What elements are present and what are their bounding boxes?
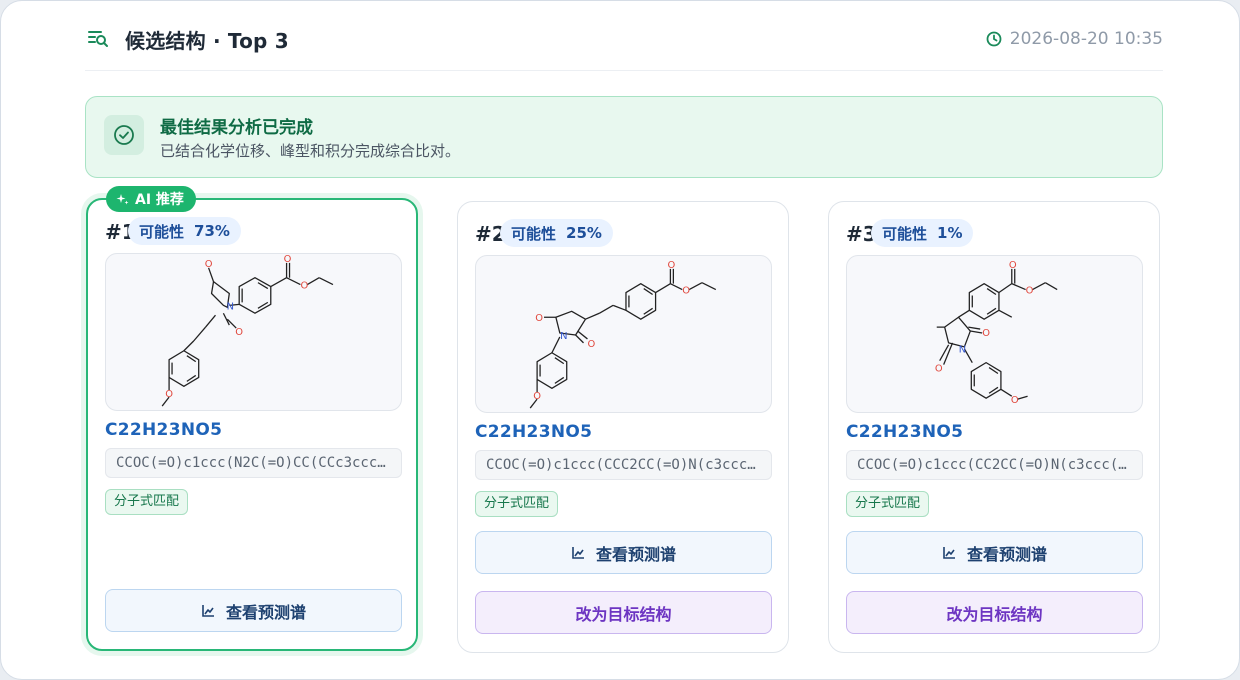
molecule-drawing: O O O O N O xyxy=(935,260,1058,406)
banner-icon-box xyxy=(104,115,144,155)
svg-text:O: O xyxy=(1009,260,1017,271)
probability-label: 可能性 xyxy=(511,224,557,243)
ai-recommend-badge: AI 推荐 xyxy=(106,186,196,212)
set-target-button[interactable]: 改为目标结构 xyxy=(475,591,772,634)
set-target-button[interactable]: 改为目标结构 xyxy=(846,591,1143,634)
molecule-drawing: O O O O N O xyxy=(161,254,334,407)
svg-text:O: O xyxy=(1011,395,1019,406)
svg-text:O: O xyxy=(1026,286,1034,297)
molecule-drawing: O O O O N O xyxy=(529,260,717,409)
ai-badge-label: AI 推荐 xyxy=(135,192,184,208)
smiles-field[interactable]: CCOC(=O)c1ccc(N2C(=O)CC(CCc3ccc(OC)cc3)C… xyxy=(105,448,402,478)
svg-text:O: O xyxy=(588,339,596,350)
smiles-field[interactable]: CCOC(=O)c1ccc(CCC2CC(=O)N(c3ccc(OC)cc3)C… xyxy=(475,450,772,480)
timestamp: 2026-08-20 10:35 xyxy=(986,29,1163,49)
structure-image: O O O O N O xyxy=(475,255,772,413)
view-spectrum-button[interactable]: 查看预测谱 xyxy=(846,531,1143,574)
probability-label: 可能性 xyxy=(882,224,928,243)
svg-text:O: O xyxy=(982,328,990,339)
svg-text:O: O xyxy=(205,259,213,270)
probability-pill: 可能性 25% xyxy=(500,219,613,247)
view-spectrum-label: 查看预测谱 xyxy=(225,602,306,622)
svg-text:O: O xyxy=(535,313,543,324)
probability-label: 可能性 xyxy=(139,222,185,241)
view-spectrum-button[interactable]: 查看预测谱 xyxy=(105,589,402,632)
molecular-formula: C22H23NO5 xyxy=(475,422,593,442)
structure-image: O O O O N O xyxy=(105,253,402,411)
svg-text:N: N xyxy=(959,345,966,356)
svg-text:N: N xyxy=(560,331,567,342)
smiles-field[interactable]: CCOC(=O)c1ccc(CC2CC(=O)N(c3ccc(OC)cc3)C2… xyxy=(846,450,1143,480)
svg-text:O: O xyxy=(682,286,690,297)
molecular-formula: C22H23NO5 xyxy=(846,422,964,442)
formula-match-tag: 分子式匹配 xyxy=(105,489,189,515)
banner-subtitle: 已结合化学位移、峰型和积分完成综合比对。 xyxy=(160,142,461,160)
probability-value: 1% xyxy=(937,224,963,242)
chart-icon xyxy=(572,547,584,559)
timestamp-text: 2026-08-20 10:35 xyxy=(1009,29,1163,49)
candidate-card-1[interactable]: AI 推荐 #1 可能性 73% O O O O N O C22H23NO5 C… xyxy=(86,186,418,651)
clock-icon xyxy=(986,31,1002,47)
chart-icon xyxy=(943,547,955,559)
page-title: 候选结构 · Top 3 xyxy=(125,29,289,53)
chart-icon xyxy=(202,605,214,617)
molecular-formula: C22H23NO5 xyxy=(105,420,223,440)
svg-text:N: N xyxy=(227,301,234,312)
sparkle-icon xyxy=(116,193,129,204)
candidate-card-3[interactable]: #3 可能性 1% O O O O N O C22H23NO5 CCOC(=O)… xyxy=(828,201,1160,653)
probability-pill: 可能性 73% xyxy=(128,217,241,245)
status-banner: 最佳结果分析已完成 已结合化学位移、峰型和积分完成综合比对。 xyxy=(85,96,1163,178)
probability-value: 73% xyxy=(194,222,230,240)
svg-text:O: O xyxy=(284,254,292,265)
svg-text:O: O xyxy=(300,281,308,292)
probability-pill: 可能性 1% xyxy=(871,219,974,247)
candidate-card-2[interactable]: #2 可能性 25% O O O O N O C22H23NO5 CCOC(=O… xyxy=(457,201,789,653)
page-header: 候选结构 · Top 3 2026-08-20 10:35 xyxy=(85,1,1163,71)
view-spectrum-label: 查看预测谱 xyxy=(595,544,676,564)
svg-text:O: O xyxy=(235,327,243,338)
formula-match-tag: 分子式匹配 xyxy=(846,491,930,517)
structure-image: O O O O N O xyxy=(846,255,1143,413)
view-spectrum-label: 查看预测谱 xyxy=(966,544,1047,564)
svg-text:O: O xyxy=(668,260,676,271)
view-spectrum-button[interactable]: 查看预测谱 xyxy=(475,531,772,574)
check-circle-icon xyxy=(114,125,134,145)
search-list-icon xyxy=(88,31,108,47)
svg-text:O: O xyxy=(935,364,943,375)
svg-text:O: O xyxy=(533,391,541,402)
app-window: 候选结构 · Top 3 2026-08-20 10:35 最佳结果分析已完成 … xyxy=(0,0,1240,680)
banner-title: 最佳结果分析已完成 xyxy=(160,118,313,138)
svg-text:O: O xyxy=(165,389,173,400)
formula-match-tag: 分子式匹配 xyxy=(475,491,559,517)
probability-value: 25% xyxy=(566,224,602,242)
